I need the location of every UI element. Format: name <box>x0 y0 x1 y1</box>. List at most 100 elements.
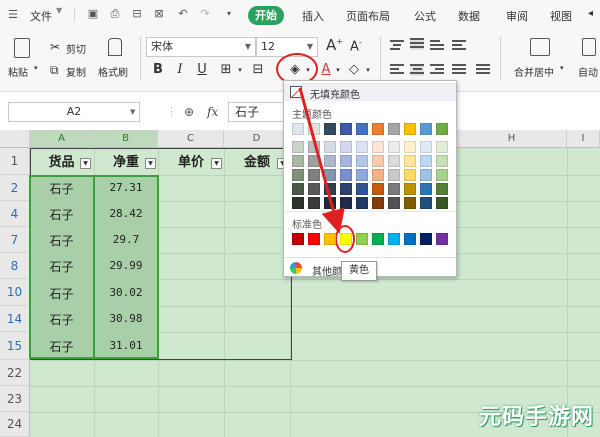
theme-color-swatch[interactable] <box>292 123 304 135</box>
theme-shade-swatch[interactable] <box>340 141 352 153</box>
select-all-corner[interactable] <box>0 130 30 148</box>
theme-shade-swatch[interactable] <box>372 169 384 181</box>
filter-dropdown-icon[interactable]: ▼ <box>145 158 156 169</box>
align-middle-icon[interactable] <box>410 38 424 50</box>
row-header-24[interactable]: 24 <box>0 412 30 437</box>
theme-shade-swatch[interactable] <box>420 183 432 195</box>
standard-color-swatch[interactable] <box>292 233 304 245</box>
theme-shade-swatch[interactable] <box>388 169 400 181</box>
standard-color-swatch[interactable] <box>404 233 416 245</box>
theme-shade-swatch[interactable] <box>340 183 352 195</box>
print-preview-icon[interactable]: ⊠ <box>152 7 166 21</box>
theme-color-swatch[interactable] <box>324 123 336 135</box>
theme-shade-swatch[interactable] <box>372 197 384 209</box>
theme-shade-swatch[interactable] <box>436 141 448 153</box>
theme-color-swatch[interactable] <box>436 123 448 135</box>
hamburger-menu-icon[interactable]: ☰ <box>6 8 20 22</box>
theme-shade-swatch[interactable] <box>356 169 368 181</box>
align-center-icon[interactable] <box>410 64 424 76</box>
clear-format-chevron-icon[interactable]: ▾ <box>360 62 376 78</box>
row-header-22[interactable]: 22 <box>0 360 30 386</box>
print-icon[interactable]: ⊟ <box>130 7 144 21</box>
theme-shade-swatch[interactable] <box>404 155 416 167</box>
align-left-icon[interactable] <box>390 64 404 76</box>
yellow-swatch[interactable] <box>340 233 352 245</box>
tab-more-icon[interactable]: ◂ <box>588 8 593 19</box>
row-header-2[interactable]: 2 <box>0 175 30 201</box>
standard-color-swatch[interactable] <box>436 233 448 245</box>
theme-shade-swatch[interactable] <box>356 183 368 195</box>
tab-insert[interactable]: 插入 <box>302 8 324 24</box>
theme-color-swatch[interactable] <box>308 123 320 135</box>
column-header-i[interactable]: I <box>567 130 600 148</box>
decrease-font-icon[interactable]: A- <box>350 38 362 54</box>
theme-shade-swatch[interactable] <box>324 169 336 181</box>
theme-shade-swatch[interactable] <box>356 197 368 209</box>
fx-icon[interactable]: fx <box>207 105 218 119</box>
tab-page-layout[interactable]: 页面布局 <box>346 8 390 24</box>
theme-shade-swatch[interactable] <box>324 183 336 195</box>
row-header-15[interactable]: 15 <box>0 332 30 360</box>
wrap-text-icon[interactable] <box>452 40 466 52</box>
filter-dropdown-icon[interactable]: ▼ <box>80 158 91 169</box>
undo-icon[interactable]: ↶ <box>176 7 190 21</box>
justify-icon[interactable] <box>452 64 466 76</box>
standard-color-swatch[interactable] <box>388 233 400 245</box>
theme-shade-swatch[interactable] <box>404 141 416 153</box>
row-header-4[interactable]: 4 <box>0 201 30 227</box>
theme-shade-swatch[interactable] <box>324 141 336 153</box>
theme-shade-swatch[interactable] <box>308 183 320 195</box>
theme-shade-swatch[interactable] <box>340 155 352 167</box>
paste-chevron-icon[interactable]: ▾ <box>34 64 38 72</box>
tab-formulas[interactable]: 公式 <box>414 8 436 24</box>
theme-color-swatch[interactable] <box>356 123 368 135</box>
theme-shade-swatch[interactable] <box>388 141 400 153</box>
theme-shade-swatch[interactable] <box>436 169 448 181</box>
theme-shade-swatch[interactable] <box>324 197 336 209</box>
theme-shade-swatch[interactable] <box>436 197 448 209</box>
tab-view[interactable]: 视图 <box>550 8 572 24</box>
row-header-1[interactable]: 1 <box>0 148 30 175</box>
theme-shade-swatch[interactable] <box>436 155 448 167</box>
standard-color-swatch[interactable] <box>372 233 384 245</box>
distribute-icon[interactable] <box>476 64 490 76</box>
font-name-select[interactable]: 宋体 ▼ <box>146 37 256 57</box>
paste-button[interactable]: 粘贴 <box>8 64 28 79</box>
standard-color-swatch[interactable] <box>324 233 336 245</box>
autowrap-icon[interactable] <box>582 38 596 56</box>
align-top-icon[interactable] <box>390 40 404 52</box>
file-menu-chevron-icon[interactable]: ▼ <box>56 6 62 15</box>
merge-chevron-icon[interactable]: ▾ <box>560 64 564 72</box>
no-fill-option[interactable]: 无填充颜色 <box>284 83 456 101</box>
theme-shade-swatch[interactable] <box>372 155 384 167</box>
fill-shape-icon[interactable]: ⊟ <box>250 62 266 78</box>
row-header-7[interactable]: 7 <box>0 227 30 253</box>
formula-input[interactable]: 石子 <box>228 102 288 122</box>
theme-shade-swatch[interactable] <box>308 155 320 167</box>
theme-shade-swatch[interactable] <box>356 155 368 167</box>
autowrap-button[interactable]: 自动 <box>578 64 598 79</box>
theme-shade-swatch[interactable] <box>436 183 448 195</box>
filter-dropdown-icon[interactable]: ▼ <box>211 158 222 169</box>
row-header-8[interactable]: 8 <box>0 253 30 279</box>
cut-button[interactable]: 剪切 <box>66 41 86 56</box>
theme-color-swatch[interactable] <box>340 123 352 135</box>
theme-shade-swatch[interactable] <box>388 197 400 209</box>
row-header-14[interactable]: 14 <box>0 306 30 332</box>
theme-shade-swatch[interactable] <box>420 141 432 153</box>
standard-color-swatch[interactable] <box>308 233 320 245</box>
theme-shade-swatch[interactable] <box>324 155 336 167</box>
theme-shade-swatch[interactable] <box>292 169 304 181</box>
standard-color-swatch[interactable] <box>420 233 432 245</box>
redo-icon[interactable]: ↷ <box>198 7 212 21</box>
row-header-23[interactable]: 23 <box>0 386 30 412</box>
italic-icon[interactable]: I <box>172 62 188 78</box>
theme-shade-swatch[interactable] <box>308 141 320 153</box>
bold-icon[interactable]: B <box>150 62 166 78</box>
row-header-10[interactable]: 10 <box>0 279 30 306</box>
theme-shade-swatch[interactable] <box>372 141 384 153</box>
paste-icon[interactable] <box>14 38 30 58</box>
theme-shade-swatch[interactable] <box>308 197 320 209</box>
align-bottom-icon[interactable] <box>430 40 444 52</box>
name-box-chevron-icon[interactable]: ▼ <box>130 108 135 116</box>
